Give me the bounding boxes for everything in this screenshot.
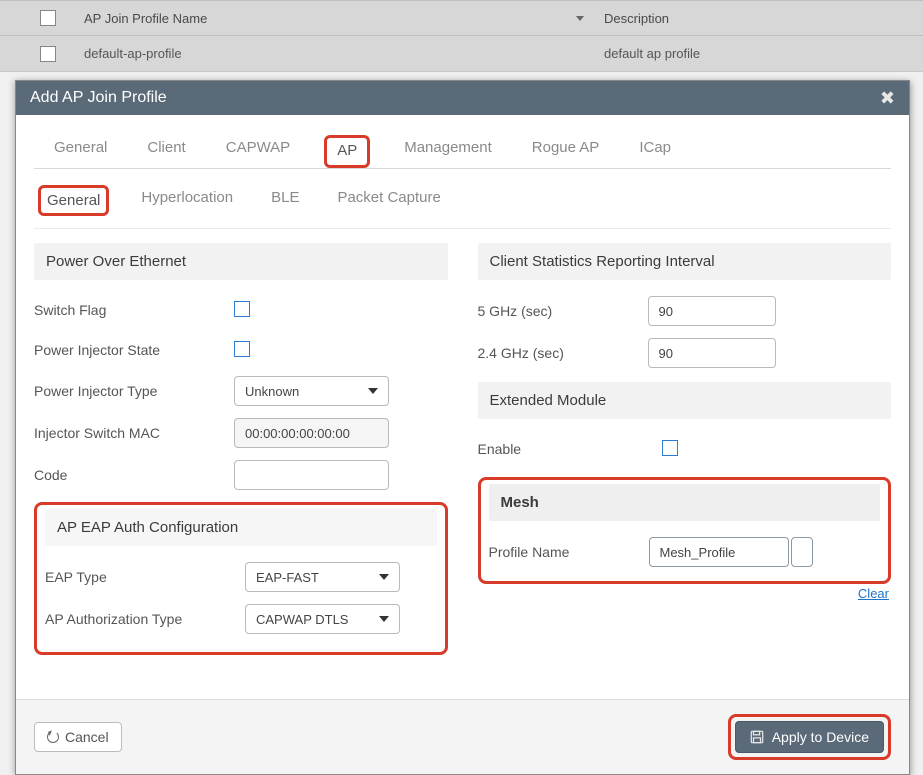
- col-header-desc[interactable]: Description: [604, 11, 923, 26]
- auth-type-value: CAPWAP DTLS: [256, 612, 348, 627]
- tab-general[interactable]: General: [48, 135, 113, 168]
- caret-down-icon: [379, 616, 389, 622]
- enable-label: Enable: [478, 441, 648, 457]
- primary-tabs: General Client CAPWAP AP Management Rogu…: [34, 121, 891, 169]
- ghz24-label: 2.4 GHz (sec): [478, 345, 648, 361]
- col-header-name[interactable]: AP Join Profile Name: [84, 11, 604, 26]
- mesh-header: Mesh: [489, 484, 881, 521]
- eap-header: AP EAP Auth Configuration: [45, 509, 437, 546]
- tab-rogue-ap[interactable]: Rogue AP: [526, 135, 606, 168]
- power-injector-state-checkbox[interactable]: [234, 341, 250, 357]
- apply-highlight: Apply to Device: [728, 714, 891, 760]
- injector-mac-value: 00:00:00:00:00:00: [245, 426, 350, 441]
- injector-mac-label: Injector Switch MAC: [34, 425, 234, 441]
- chevron-down-icon: [576, 16, 584, 21]
- eap-type-label: EAP Type: [45, 569, 245, 585]
- subtab-hyperlocation[interactable]: Hyperlocation: [135, 185, 239, 216]
- auth-type-select[interactable]: CAPWAP DTLS: [245, 604, 400, 634]
- power-injector-state-label: Power Injector State: [34, 342, 234, 358]
- auth-type-label: AP Authorization Type: [45, 611, 245, 627]
- ghz24-input[interactable]: 90: [648, 338, 776, 368]
- mesh-profile-select[interactable]: Mesh_Profile: [649, 537, 789, 567]
- tab-client[interactable]: Client: [141, 135, 191, 168]
- left-column: Power Over Ethernet Switch Flag Power In…: [34, 243, 448, 655]
- ghz5-value: 90: [659, 304, 673, 319]
- select-all-checkbox[interactable]: [40, 10, 56, 26]
- eap-type-select[interactable]: EAP-FAST: [245, 562, 400, 592]
- mesh-profile-value: Mesh_Profile: [660, 545, 736, 560]
- row-desc: default ap profile: [604, 46, 923, 61]
- profiles-table: AP Join Profile Name Description default…: [0, 0, 923, 72]
- switch-flag-label: Switch Flag: [34, 302, 234, 318]
- right-column: Client Statistics Reporting Interval 5 G…: [478, 243, 892, 655]
- poe-header: Power Over Ethernet: [34, 243, 448, 280]
- code-input[interactable]: [234, 460, 389, 490]
- clear-link[interactable]: Clear: [478, 586, 890, 601]
- extended-module-header: Extended Module: [478, 382, 892, 419]
- row-name: default-ap-profile: [84, 46, 604, 61]
- revert-icon: [47, 731, 59, 743]
- apply-to-device-button[interactable]: Apply to Device: [735, 721, 884, 753]
- subtab-ble[interactable]: BLE: [265, 185, 305, 216]
- secondary-tabs: General Hyperlocation BLE Packet Capture: [34, 173, 891, 229]
- subtab-packet-capture[interactable]: Packet Capture: [331, 185, 446, 216]
- mesh-profile-name-label: Profile Name: [489, 544, 649, 560]
- tab-ap[interactable]: AP: [324, 135, 370, 168]
- caret-down-icon: [368, 388, 378, 394]
- save-icon: [750, 730, 764, 744]
- tab-capwap[interactable]: CAPWAP: [220, 135, 296, 168]
- apply-label: Apply to Device: [772, 729, 869, 745]
- code-label: Code: [34, 467, 234, 483]
- cancel-button[interactable]: Cancel: [34, 722, 122, 752]
- cancel-label: Cancel: [65, 729, 109, 745]
- profiles-header-row: AP Join Profile Name Description: [0, 0, 923, 36]
- switch-flag-checkbox[interactable]: [234, 301, 250, 317]
- ghz5-label: 5 GHz (sec): [478, 303, 648, 319]
- tab-management[interactable]: Management: [398, 135, 498, 168]
- ghz24-value: 90: [659, 346, 673, 361]
- col-header-name-text: AP Join Profile Name: [84, 11, 207, 26]
- injector-mac-input[interactable]: 00:00:00:00:00:00: [234, 418, 389, 448]
- eap-config-box: AP EAP Auth Configuration EAP Type EAP-F…: [34, 502, 448, 655]
- power-injector-type-label: Power Injector Type: [34, 383, 234, 399]
- mesh-profile-caret[interactable]: [791, 537, 813, 567]
- client-stats-header: Client Statistics Reporting Interval: [478, 243, 892, 280]
- ghz5-input[interactable]: 90: [648, 296, 776, 326]
- row-checkbox[interactable]: [40, 46, 56, 62]
- mesh-box: Mesh Profile Name Mesh_Profile: [478, 477, 892, 584]
- table-row[interactable]: default-ap-profile default ap profile: [0, 36, 923, 72]
- add-ap-join-profile-modal: Add AP Join Profile ✖ General Client CAP…: [15, 80, 910, 775]
- power-injector-type-value: Unknown: [245, 384, 299, 399]
- subtab-general[interactable]: General: [38, 185, 109, 216]
- extended-module-enable-checkbox[interactable]: [662, 440, 678, 456]
- tab-icap[interactable]: ICap: [633, 135, 677, 168]
- modal-title: Add AP Join Profile: [30, 89, 167, 107]
- close-icon[interactable]: ✖: [880, 88, 895, 109]
- power-injector-type-select[interactable]: Unknown: [234, 376, 389, 406]
- modal-title-bar: Add AP Join Profile ✖: [16, 81, 909, 115]
- eap-type-value: EAP-FAST: [256, 570, 319, 585]
- modal-footer: Cancel Apply to Device: [16, 699, 909, 774]
- caret-down-icon: [379, 574, 389, 580]
